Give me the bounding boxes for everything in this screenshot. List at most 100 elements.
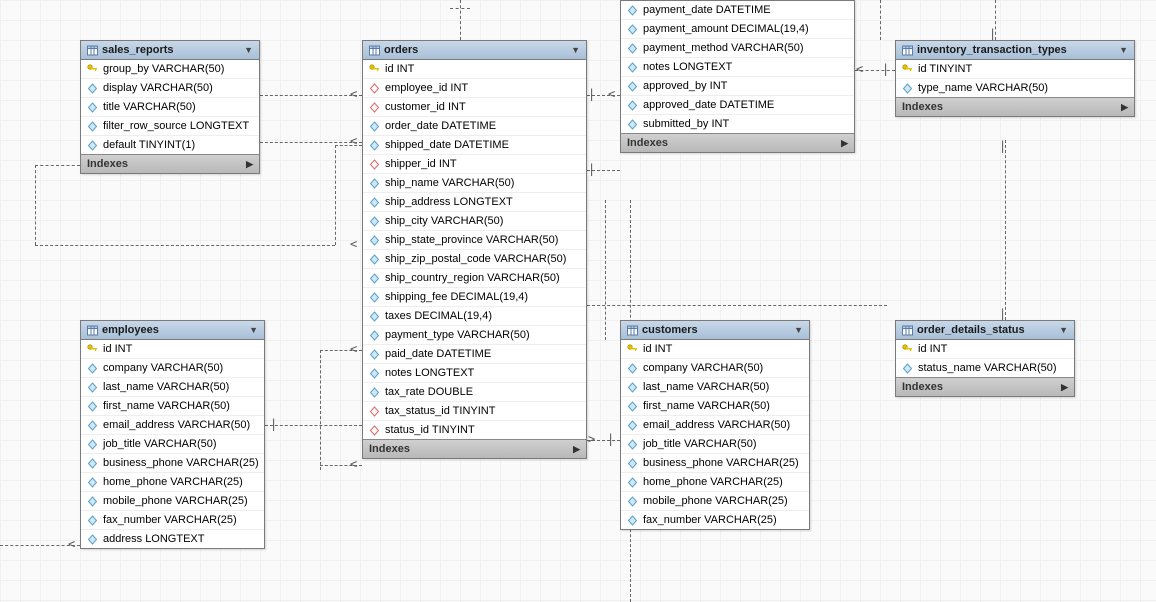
column-icon bbox=[627, 363, 638, 374]
column-row[interactable]: mobile_phone VARCHAR(25) bbox=[621, 492, 809, 511]
table-inventory_transaction_types[interactable]: inventory_transaction_types▼id TINYINTty… bbox=[895, 40, 1135, 117]
table-header[interactable]: order_details_status▼ bbox=[896, 321, 1074, 340]
column-row[interactable]: job_title VARCHAR(50) bbox=[81, 435, 264, 454]
column-row[interactable]: company VARCHAR(50) bbox=[81, 359, 264, 378]
column-row[interactable]: tax_status_id TINYINT bbox=[363, 402, 586, 421]
indexes-section[interactable]: Indexes▶ bbox=[896, 97, 1134, 116]
column-label: id INT bbox=[918, 343, 947, 355]
table-header[interactable]: customers▼ bbox=[621, 321, 809, 340]
column-row[interactable]: payment_date DATETIME bbox=[621, 1, 854, 20]
erd-canvas[interactable]: < < < < | | | < < < > | < | | | | sales_… bbox=[0, 0, 1156, 602]
column-row[interactable]: customer_id INT bbox=[363, 98, 586, 117]
column-label: approved_by INT bbox=[643, 80, 727, 92]
column-row[interactable]: business_phone VARCHAR(25) bbox=[621, 454, 809, 473]
column-label: job_title VARCHAR(50) bbox=[643, 438, 757, 450]
table-header[interactable]: orders▼ bbox=[363, 41, 586, 60]
table-employees[interactable]: employees▼ id INT company VARCHAR(50)last_… bbox=[80, 320, 265, 549]
column-row[interactable]: fax_number VARCHAR(25) bbox=[621, 511, 809, 529]
column-row[interactable]: job_title VARCHAR(50) bbox=[621, 435, 809, 454]
column-row[interactable]: notes LONGTEXT bbox=[621, 58, 854, 77]
column-row[interactable]: group_by VARCHAR(50) bbox=[81, 60, 259, 79]
column-row[interactable]: payment_amount DECIMAL(19,4) bbox=[621, 20, 854, 39]
column-row[interactable]: id INT bbox=[363, 60, 586, 79]
column-icon bbox=[369, 197, 380, 208]
table-icon bbox=[902, 45, 913, 56]
column-row[interactable]: company VARCHAR(50) bbox=[621, 359, 809, 378]
column-label: mobile_phone VARCHAR(25) bbox=[103, 495, 248, 507]
column-row[interactable]: ship_city VARCHAR(50) bbox=[363, 212, 586, 231]
column-row[interactable]: fax_number VARCHAR(25) bbox=[81, 511, 264, 530]
column-label: id INT bbox=[103, 343, 132, 355]
column-row[interactable]: paid_date DATETIME bbox=[363, 345, 586, 364]
column-row[interactable]: ship_state_province VARCHAR(50) bbox=[363, 231, 586, 250]
column-label: ship_state_province VARCHAR(50) bbox=[385, 234, 558, 246]
column-row[interactable]: home_phone VARCHAR(25) bbox=[621, 473, 809, 492]
column-row[interactable]: first_name VARCHAR(50) bbox=[621, 397, 809, 416]
table-header[interactable]: inventory_transaction_types▼ bbox=[896, 41, 1134, 60]
column-row[interactable]: status_name VARCHAR(50) bbox=[896, 359, 1074, 377]
column-row[interactable]: tax_rate DOUBLE bbox=[363, 383, 586, 402]
column-row[interactable]: default TINYINT(1) bbox=[81, 136, 259, 154]
column-row[interactable]: email_address VARCHAR(50) bbox=[621, 416, 809, 435]
table-header[interactable]: sales_reports▼ bbox=[81, 41, 259, 60]
indexes-section[interactable]: Indexes▶ bbox=[81, 154, 259, 173]
column-label: fax_number VARCHAR(25) bbox=[103, 514, 237, 526]
column-row[interactable]: filter_row_source LONGTEXT bbox=[81, 117, 259, 136]
column-icon bbox=[902, 83, 913, 94]
column-icon bbox=[369, 178, 380, 189]
column-row[interactable]: taxes DECIMAL(19,4) bbox=[363, 307, 586, 326]
column-row[interactable]: email_address VARCHAR(50) bbox=[81, 416, 264, 435]
column-row[interactable]: address LONGTEXT bbox=[81, 530, 264, 548]
column-icon bbox=[87, 102, 98, 113]
column-label: home_phone VARCHAR(25) bbox=[643, 476, 783, 488]
column-row[interactable]: notes LONGTEXT bbox=[363, 364, 586, 383]
indexes-section[interactable]: Indexes▶ bbox=[621, 133, 854, 152]
table-icon bbox=[87, 45, 98, 56]
column-label: mobile_phone VARCHAR(25) bbox=[643, 495, 788, 507]
column-row[interactable]: id TINYINT bbox=[896, 60, 1134, 79]
column-row[interactable]: home_phone VARCHAR(25) bbox=[81, 473, 264, 492]
column-label: id INT bbox=[643, 343, 672, 355]
column-row[interactable]: payment_method VARCHAR(50) bbox=[621, 39, 854, 58]
column-row[interactable]: shipper_id INT bbox=[363, 155, 586, 174]
column-row[interactable]: title VARCHAR(50) bbox=[81, 98, 259, 117]
column-row[interactable]: ship_zip_postal_code VARCHAR(50) bbox=[363, 250, 586, 269]
column-row[interactable]: id INT bbox=[81, 340, 264, 359]
table-customers[interactable]: customers▼ id INT company VARCHAR(50)last_… bbox=[620, 320, 810, 530]
column-row[interactable]: type_name VARCHAR(50) bbox=[896, 79, 1134, 97]
column-row[interactable]: payment_type VARCHAR(50) bbox=[363, 326, 586, 345]
indexes-section[interactable]: Indexes▶ bbox=[363, 439, 586, 458]
column-icon bbox=[369, 121, 380, 132]
column-icon bbox=[369, 216, 380, 227]
column-row[interactable]: ship_address LONGTEXT bbox=[363, 193, 586, 212]
column-label: filter_row_source LONGTEXT bbox=[103, 120, 249, 132]
column-row[interactable]: order_date DATETIME bbox=[363, 117, 586, 136]
table-order_details_status[interactable]: order_details_status▼id INT status_name V… bbox=[895, 320, 1075, 397]
column-row[interactable]: ship_name VARCHAR(50) bbox=[363, 174, 586, 193]
column-row[interactable]: business_phone VARCHAR(25) bbox=[81, 454, 264, 473]
table-sales_reports[interactable]: sales_reports▼group_by VARCHAR(50)displa… bbox=[80, 40, 260, 174]
column-row[interactable]: display VARCHAR(50) bbox=[81, 79, 259, 98]
column-row[interactable]: last_name VARCHAR(50) bbox=[81, 378, 264, 397]
table-header[interactable]: employees▼ bbox=[81, 321, 264, 340]
column-row[interactable]: id INT bbox=[896, 340, 1074, 359]
indexes-section[interactable]: Indexes▶ bbox=[896, 377, 1074, 396]
column-row[interactable]: approved_by INT bbox=[621, 77, 854, 96]
column-row[interactable]: last_name VARCHAR(50) bbox=[621, 378, 809, 397]
table-orders[interactable]: orders▼id INTemployee_id INTcustomer_id … bbox=[362, 40, 587, 459]
column-icon bbox=[87, 121, 98, 132]
column-label: home_phone VARCHAR(25) bbox=[103, 476, 243, 488]
column-row[interactable]: id INT bbox=[621, 340, 809, 359]
column-row[interactable]: approved_date DATETIME bbox=[621, 96, 854, 115]
column-row[interactable]: shipped_date DATETIME bbox=[363, 136, 586, 155]
column-label: taxes DECIMAL(19,4) bbox=[385, 310, 492, 322]
table-partial_top[interactable]: payment_date DATETIMEpayment_amount DECI… bbox=[620, 0, 855, 153]
column-row[interactable]: employee_id INT bbox=[363, 79, 586, 98]
column-row[interactable]: status_id TINYINT bbox=[363, 421, 586, 439]
column-row[interactable]: mobile_phone VARCHAR(25) bbox=[81, 492, 264, 511]
column-row[interactable]: first_name VARCHAR(50) bbox=[81, 397, 264, 416]
column-row[interactable]: ship_country_region VARCHAR(50) bbox=[363, 269, 586, 288]
column-row[interactable]: submitted_by INT bbox=[621, 115, 854, 133]
column-icon bbox=[627, 81, 638, 92]
column-row[interactable]: shipping_fee DECIMAL(19,4) bbox=[363, 288, 586, 307]
